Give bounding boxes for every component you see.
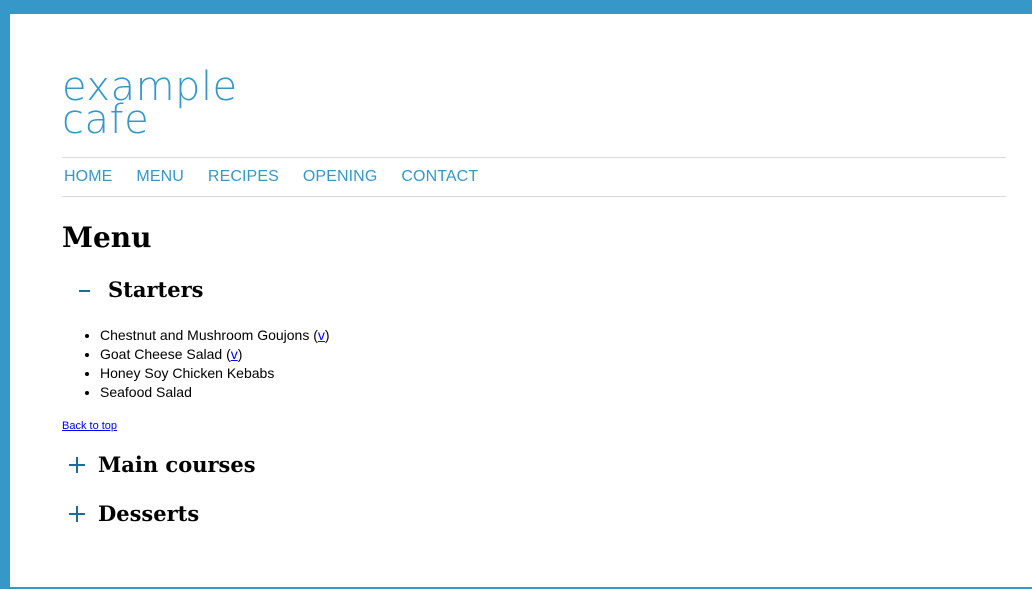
list-item: Seafood Salad [100, 383, 1006, 402]
desserts-heading: Desserts [98, 501, 200, 526]
item-name: Honey Soy Chicken Kebabs [100, 365, 275, 381]
plus-icon [65, 453, 89, 477]
desserts-toggle[interactable]: Desserts [65, 501, 1006, 526]
vegetarian-link[interactable]: v [231, 346, 238, 362]
item-name: Goat Cheese Salad [100, 346, 223, 362]
main-nav: HOME MENU RECIPES OPENING CONTACT [62, 157, 1006, 197]
browser-frame: example cafe HOME MENU RECIPES OPENING C… [0, 0, 1032, 589]
page-content: example cafe HOME MENU RECIPES OPENING C… [62, 28, 1006, 526]
starters-list: Chestnut and Mushroom Goujons (v) Goat C… [62, 326, 1006, 402]
nav-menu-link[interactable]: MENU [136, 168, 184, 186]
list-item: Honey Soy Chicken Kebabs [100, 364, 1006, 383]
nav-recipes-link[interactable]: RECIPES [208, 168, 279, 186]
nav-opening-link[interactable]: OPENING [303, 168, 378, 186]
site-logo[interactable]: example cafe [62, 64, 1006, 140]
logo-line-1: example [62, 64, 238, 110]
nav-home-link[interactable]: HOME [64, 168, 112, 186]
vegetarian-link[interactable]: v [318, 327, 325, 343]
list-item: Chestnut and Mushroom Goujons (v) [100, 326, 1006, 345]
plus-icon [65, 502, 89, 526]
starters-heading: Starters [108, 277, 204, 302]
list-item: Goat Cheese Salad (v) [100, 345, 1006, 364]
main-courses-toggle[interactable]: Main courses [65, 452, 1006, 477]
starters-toggle[interactable]: Starters [72, 277, 1006, 302]
main-courses-heading: Main courses [98, 452, 256, 477]
minus-icon [72, 278, 96, 302]
item-name: Seafood Salad [100, 384, 192, 400]
back-to-top-link[interactable]: Back to top [62, 420, 1006, 432]
page-title: Menu [62, 221, 152, 254]
item-name: Chestnut and Mushroom Goujons [100, 327, 310, 343]
nav-contact-link[interactable]: CONTACT [401, 168, 478, 186]
